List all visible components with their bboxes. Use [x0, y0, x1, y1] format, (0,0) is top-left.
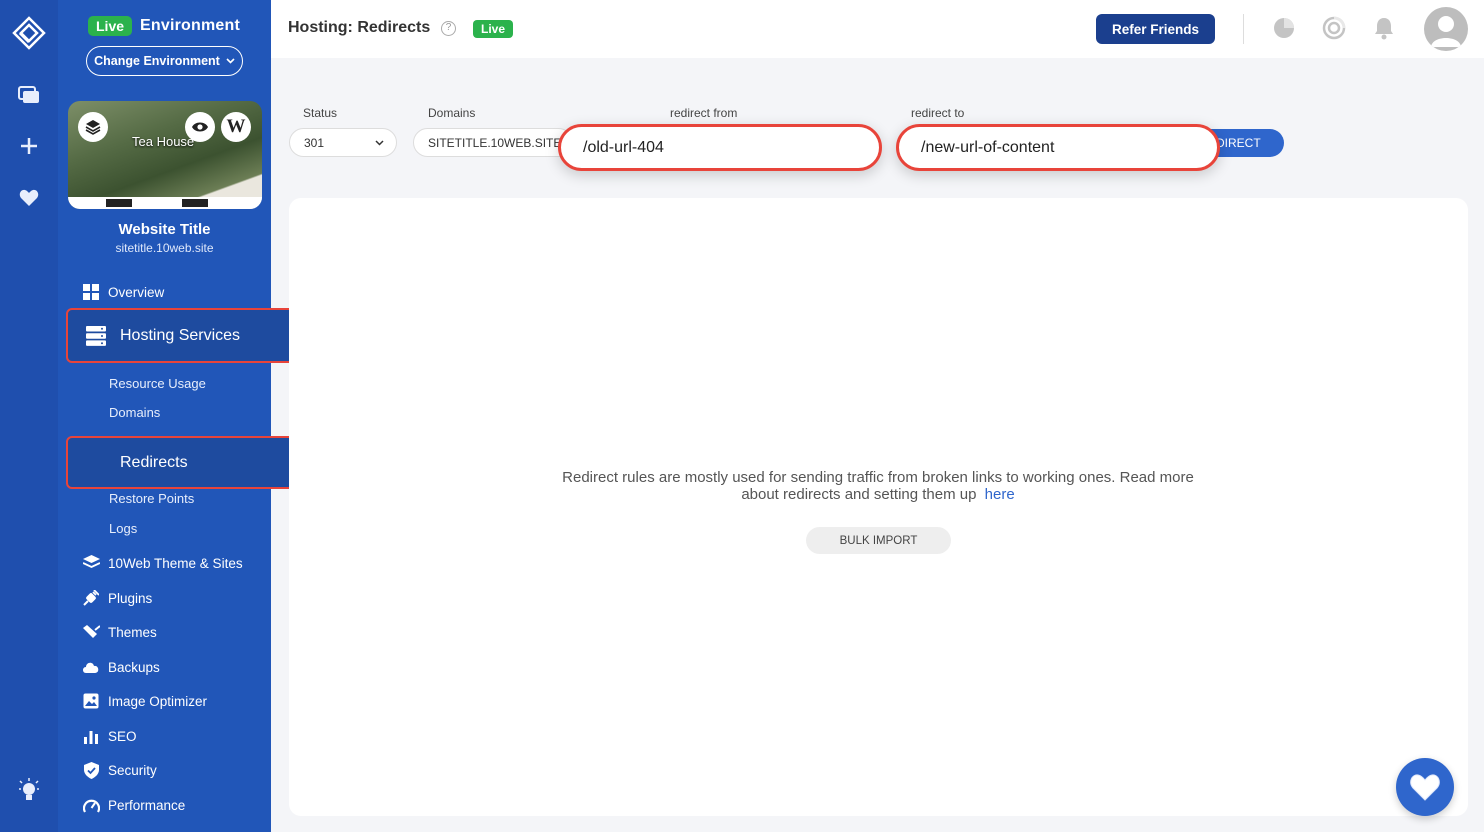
add-redirect-label: DIRECT [1216, 136, 1261, 150]
domains-value: SITETITLE.10WEB.SITE [428, 135, 562, 150]
layers-icon [76, 555, 106, 571]
sidebar-item-seo[interactable]: SEO [58, 727, 271, 745]
sidebar-item-label: Themes [108, 624, 157, 640]
status-value: 301 [304, 135, 325, 150]
server-icon [86, 325, 106, 346]
add-icon[interactable] [0, 137, 58, 155]
site-title: Website Title [118, 221, 211, 238]
thumbnail-caption: Tea House [132, 134, 195, 149]
preview-button[interactable] [185, 112, 215, 142]
sidebar-subitem-logs[interactable]: Logs [109, 521, 137, 536]
wordpress-icon: W [226, 116, 246, 137]
change-environment-button[interactable]: Change Environment [86, 46, 243, 76]
sidebar-item-image-optimizer[interactable]: Image Optimizer [58, 692, 271, 710]
grid-icon [76, 284, 106, 300]
sidebar-subitem-restore-points[interactable]: Restore Points [109, 491, 194, 506]
heart-icon [1410, 773, 1440, 801]
divider [1243, 14, 1244, 44]
lightbulb-icon[interactable] [0, 778, 58, 804]
progress-ring-icon[interactable] [1322, 16, 1346, 45]
layers-icon [85, 120, 101, 135]
sidebar-item-security[interactable]: Security [58, 761, 271, 779]
sidebar-subitem-label: Redirects [120, 453, 188, 471]
environment-title: Environment [140, 17, 241, 34]
redirect-from-label: redirect from [670, 106, 738, 120]
top-bar: Hosting: Redirects ? Live Refer Friends [271, 0, 1484, 58]
sidebar-item-label: Image Optimizer [108, 693, 208, 709]
app-rail [0, 0, 58, 832]
bulk-import-button[interactable]: BULK IMPORT [806, 527, 951, 554]
wordpress-button[interactable]: W [221, 112, 251, 142]
eye-icon [192, 122, 208, 132]
sidebar-subitem-domains[interactable]: Domains [109, 405, 160, 420]
live-badge: Live [88, 16, 133, 36]
redirect-to-value: /new-url-of-content [921, 138, 1055, 156]
empty-state-text: Redirect rules are mostly used for sendi… [550, 469, 1206, 503]
chevron-down-icon [375, 140, 384, 146]
layers-button[interactable] [78, 112, 108, 142]
sidebar-item-label: Backups [108, 659, 160, 675]
page-title: Hosting: Redirects [288, 19, 431, 36]
domains-select[interactable]: SITETITLE.10WEB.SITE [413, 128, 573, 157]
heart-icon[interactable] [0, 189, 58, 207]
sidebar: Live Environment Change Environment Tea … [58, 0, 314, 832]
sidebar-item-10web-theme-sites[interactable]: 10Web Theme & Sites [58, 554, 271, 572]
sidebar-item-plugins[interactable]: Plugins [58, 589, 271, 607]
gauge-icon [76, 798, 106, 813]
redirect-from-value: /old-url-404 [583, 138, 664, 156]
read-more-link[interactable]: here [985, 486, 1015, 503]
avatar[interactable] [1424, 7, 1468, 51]
sidebar-item-hosting-services[interactable]: Hosting Services [66, 308, 314, 363]
status-label: Status [303, 106, 338, 120]
bar-chart-icon [76, 728, 106, 744]
live-badge: Live [473, 20, 514, 38]
sidebar-item-label: Security [108, 762, 157, 778]
shield-icon [76, 761, 106, 779]
help-icon[interactable]: ? [441, 21, 456, 36]
sidebar-item-label: 10Web Theme & Sites [108, 555, 243, 571]
chevron-down-icon [226, 58, 235, 64]
pie-chart-icon[interactable] [1272, 16, 1296, 45]
brush-icon [76, 624, 106, 640]
sidebar-item-label: SEO [108, 728, 137, 744]
redirect-to-input[interactable]: /new-url-of-content [896, 124, 1220, 171]
website-thumbnail[interactable]: Tea House W [68, 101, 262, 209]
site-url[interactable]: sitetitle.10web.site [58, 241, 271, 255]
windows-icon[interactable] [0, 86, 58, 104]
refer-friends-button[interactable]: Refer Friends [1096, 14, 1215, 44]
sidebar-subitem-resource-usage[interactable]: Resource Usage [109, 376, 206, 391]
sidebar-item-label: Plugins [108, 590, 153, 606]
redirect-to-label: redirect to [911, 106, 965, 120]
change-environment-label: Change Environment [94, 54, 220, 68]
image-icon [76, 693, 106, 709]
logo-icon[interactable] [0, 16, 58, 50]
redirects-panel [289, 198, 1468, 816]
sidebar-item-themes[interactable]: Themes [58, 623, 271, 641]
thumbnail-strip [68, 197, 262, 209]
support-chat-button[interactable] [1396, 758, 1454, 816]
sidebar-item-backups[interactable]: Backups [58, 658, 271, 676]
sidebar-item-performance[interactable]: Performance [58, 796, 271, 814]
domains-label: Domains [428, 106, 476, 120]
cloud-icon [76, 660, 106, 674]
environment-header: Live Environment [88, 16, 240, 36]
sidebar-item-label: Performance [108, 797, 186, 813]
bell-icon[interactable] [1373, 16, 1395, 45]
plug-icon [76, 590, 106, 606]
redirect-from-input[interactable]: /old-url-404 [558, 124, 882, 171]
sidebar-item-label: Overview [108, 284, 165, 300]
sidebar-item-label: Hosting Services [120, 326, 241, 344]
sidebar-subitem-redirects[interactable]: Redirects [66, 436, 314, 489]
status-select[interactable]: 301 [289, 128, 397, 157]
sidebar-item-overview[interactable]: Overview [58, 283, 271, 301]
info-text: Redirect rules are mostly used for sendi… [562, 469, 1194, 503]
